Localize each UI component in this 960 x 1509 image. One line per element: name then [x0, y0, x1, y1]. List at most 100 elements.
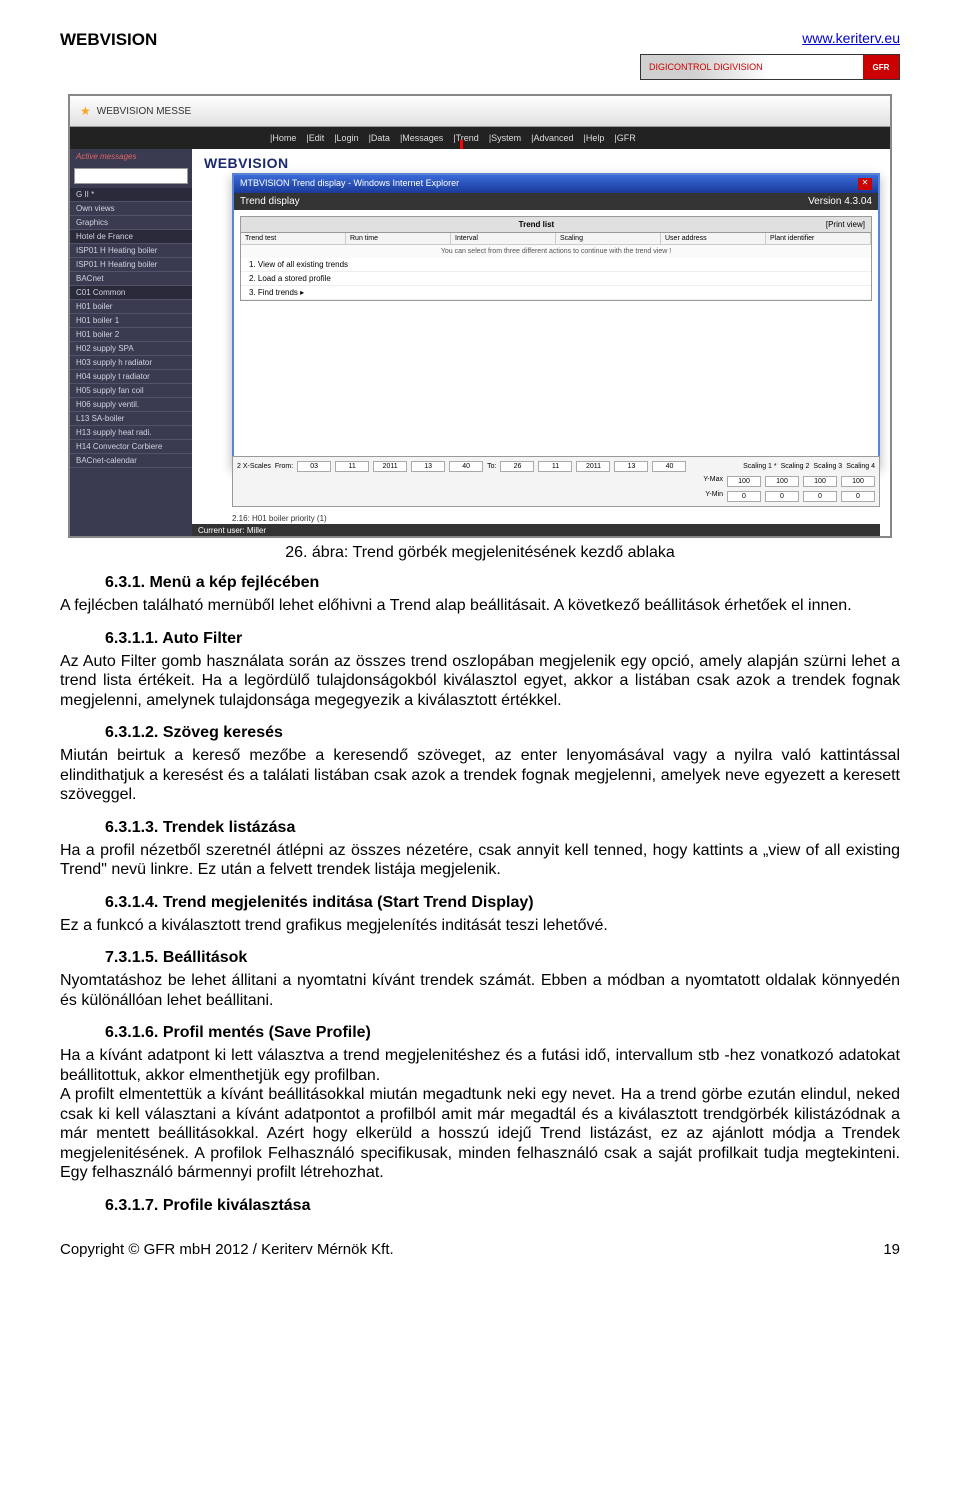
- sidebar-item[interactable]: L13 SA-boiler: [70, 412, 192, 426]
- sidebar-item[interactable]: Own views: [70, 202, 192, 216]
- menu-gfr[interactable]: |GFR: [614, 133, 635, 143]
- to-min[interactable]: 40: [652, 461, 686, 472]
- section-6-3-1-4: 6.3.1.4. Trend megjelenités inditása (St…: [105, 894, 900, 912]
- print-view-button[interactable]: [Print view]: [826, 220, 865, 229]
- sidebar-item[interactable]: H01 boiler: [70, 300, 192, 314]
- sidebar-item[interactable]: H01 boiler 2: [70, 328, 192, 342]
- section-6-3-1-6: 6.3.1.6. Profil mentés (Save Profile): [105, 1024, 900, 1042]
- opt-load-profile[interactable]: 2. Load a stored profile: [241, 272, 871, 286]
- body-text: Az Auto Filter gomb használata során az …: [60, 652, 900, 711]
- col-plantid: Plant identifier: [766, 233, 871, 244]
- trend-list: Trend list [Print view] Trend test Run t…: [240, 216, 872, 301]
- ymin-val[interactable]: 0: [841, 491, 875, 502]
- ymin-label: Y-Min: [705, 491, 723, 502]
- menu-home[interactable]: |Home: [270, 133, 296, 143]
- from-year[interactable]: 2011: [373, 461, 407, 472]
- to-year[interactable]: 2011: [576, 461, 610, 472]
- from-month[interactable]: 11: [335, 461, 369, 472]
- scaling-hdr3[interactable]: Scaling 3: [813, 463, 842, 470]
- col-runtime: Run time: [346, 233, 451, 244]
- menu-system[interactable]: |System: [489, 133, 521, 143]
- menu-data[interactable]: |Data: [369, 133, 390, 143]
- browser-tabbar: ★ WEBVISION MESSE: [70, 96, 890, 127]
- page-title: WEBVISION: [60, 30, 157, 50]
- col-useraddr: User address: [661, 233, 766, 244]
- app-menubar[interactable]: |Home |Edit |Login |Data |Messages |Tren…: [70, 127, 890, 149]
- body-text: Ez a funkcó a kiválasztott trend grafiku…: [60, 916, 900, 936]
- from-hour[interactable]: 13: [411, 461, 445, 472]
- sidebar-item[interactable]: ISP01 H Heating boiler: [70, 258, 192, 272]
- sidebar-item[interactable]: H03 supply h radiator: [70, 356, 192, 370]
- sidebar-item[interactable]: H14 Convector Corbiere: [70, 440, 192, 454]
- status-line: 2.16: H01 boiler priority (1): [232, 514, 327, 523]
- section-6-3-1-1: 6.3.1.1. Auto Filter: [105, 630, 900, 648]
- ymax-val[interactable]: 100: [803, 476, 837, 487]
- scaling-hdr4[interactable]: Scaling 4: [846, 463, 875, 470]
- menu-messages[interactable]: |Messages: [400, 133, 443, 143]
- figure-caption: 26. ábra: Trend görbék megjelenitésének …: [60, 544, 900, 562]
- site-link[interactable]: www.keriterv.eu: [802, 30, 900, 46]
- opt-view-all[interactable]: 1. View of all existing trends: [241, 258, 871, 272]
- body-text: Ha a kívánt adatpont ki lett választva a…: [60, 1046, 900, 1183]
- sidebar-item[interactable]: Hotel de France: [70, 230, 192, 244]
- ymin-val[interactable]: 0: [803, 491, 837, 502]
- scaling-hdr2[interactable]: Scaling 2: [781, 463, 810, 470]
- sidebar-item[interactable]: H06 supply ventil.: [70, 398, 192, 412]
- sidebar-item[interactable]: H04 supply t radiator: [70, 370, 192, 384]
- from-label: From:: [275, 463, 293, 470]
- opt-find-trends[interactable]: 3. Find trends ▸: [241, 286, 871, 300]
- sidebar-item[interactable]: H13 supply heat radi.: [70, 426, 192, 440]
- trend-display-popup: MTBVISION Trend display - Windows Intern…: [232, 173, 880, 467]
- menu-help[interactable]: |Help: [584, 133, 605, 143]
- sidebar-item[interactable]: C01 Common: [70, 286, 192, 300]
- scale-row-label[interactable]: 2 X-Scales: [237, 463, 271, 470]
- trend-display-title: Trend display: [240, 196, 300, 207]
- menu-trend[interactable]: |Trend: [453, 133, 479, 143]
- sidebar-item[interactable]: H01 boiler 1: [70, 314, 192, 328]
- trend-display-version: Version 4.3.04: [808, 196, 872, 207]
- sidebar-item[interactable]: H05 supply fan coil: [70, 384, 192, 398]
- logo-text: DIGICONTROL DIGIVISION: [649, 62, 763, 72]
- ymin-val[interactable]: 0: [765, 491, 799, 502]
- body-text: A fejlécben található mernüből lehet elő…: [60, 596, 900, 616]
- to-day[interactable]: 26: [500, 461, 534, 472]
- menu-login[interactable]: |Login: [334, 133, 358, 143]
- sidebar-item[interactable]: BACnet-calendar: [70, 454, 192, 468]
- menu-edit[interactable]: |Edit: [306, 133, 324, 143]
- sidebar-item[interactable]: ISP01 H Heating boiler: [70, 244, 192, 258]
- body-text: Miután beirtuk a kereső mezőbe a keresen…: [60, 746, 900, 805]
- menu-advanced[interactable]: |Advanced: [531, 133, 573, 143]
- favorite-icon: ★: [80, 104, 91, 118]
- sidebar[interactable]: Active messages G II * Own views Graphic…: [70, 149, 192, 537]
- ymax-val[interactable]: 100: [727, 476, 761, 487]
- sidebar-item[interactable]: G II *: [70, 188, 192, 202]
- from-day[interactable]: 03: [297, 461, 331, 472]
- close-icon[interactable]: ✕: [858, 178, 872, 190]
- col-trendtest: Trend test: [241, 233, 346, 244]
- to-label: To:: [487, 463, 496, 470]
- to-hour[interactable]: 13: [614, 461, 648, 472]
- body-text: Nyomtatáshoz be lehet állitani a nyomtat…: [60, 971, 900, 1010]
- gfr-badge: GFR: [863, 55, 899, 79]
- scaling-hdr1[interactable]: Scaling 1 *: [743, 463, 776, 470]
- sidebar-item[interactable]: Graphics: [70, 216, 192, 230]
- sidebar-item[interactable]: H02 supply SPA: [70, 342, 192, 356]
- from-min[interactable]: 40: [449, 461, 483, 472]
- footer-copyright: Copyright © GFR mbH 2012 / Keriterv Mérn…: [60, 1241, 394, 1258]
- body-text: Ha a profil nézetből szeretnél átlépni a…: [60, 841, 900, 880]
- section-6-3-1: 6.3.1. Menü a kép fejlécében: [105, 574, 900, 592]
- screenshot-figure: ★ WEBVISION MESSE |Home |Edit |Login |Da…: [68, 94, 892, 538]
- brand-logo: DIGICONTROL DIGIVISION GFR: [640, 54, 900, 80]
- ymin-val[interactable]: 0: [727, 491, 761, 502]
- search-input[interactable]: [74, 168, 188, 184]
- active-messages[interactable]: Active messages: [70, 149, 192, 164]
- ymax-val[interactable]: 100: [765, 476, 799, 487]
- ymax-val[interactable]: 100: [841, 476, 875, 487]
- section-6-3-1-2: 6.3.1.2. Szöveg keresés: [105, 724, 900, 742]
- webvision-logo: WEBVISION: [192, 149, 890, 171]
- scaling-panel: 2 X-Scales From: 03 11 2011 13 40 To: 26…: [232, 456, 880, 507]
- section-7-3-1-5: 7.3.1.5. Beállitások: [105, 949, 900, 967]
- to-month[interactable]: 11: [538, 461, 572, 472]
- page-number: 19: [883, 1241, 900, 1258]
- sidebar-item[interactable]: BACnet: [70, 272, 192, 286]
